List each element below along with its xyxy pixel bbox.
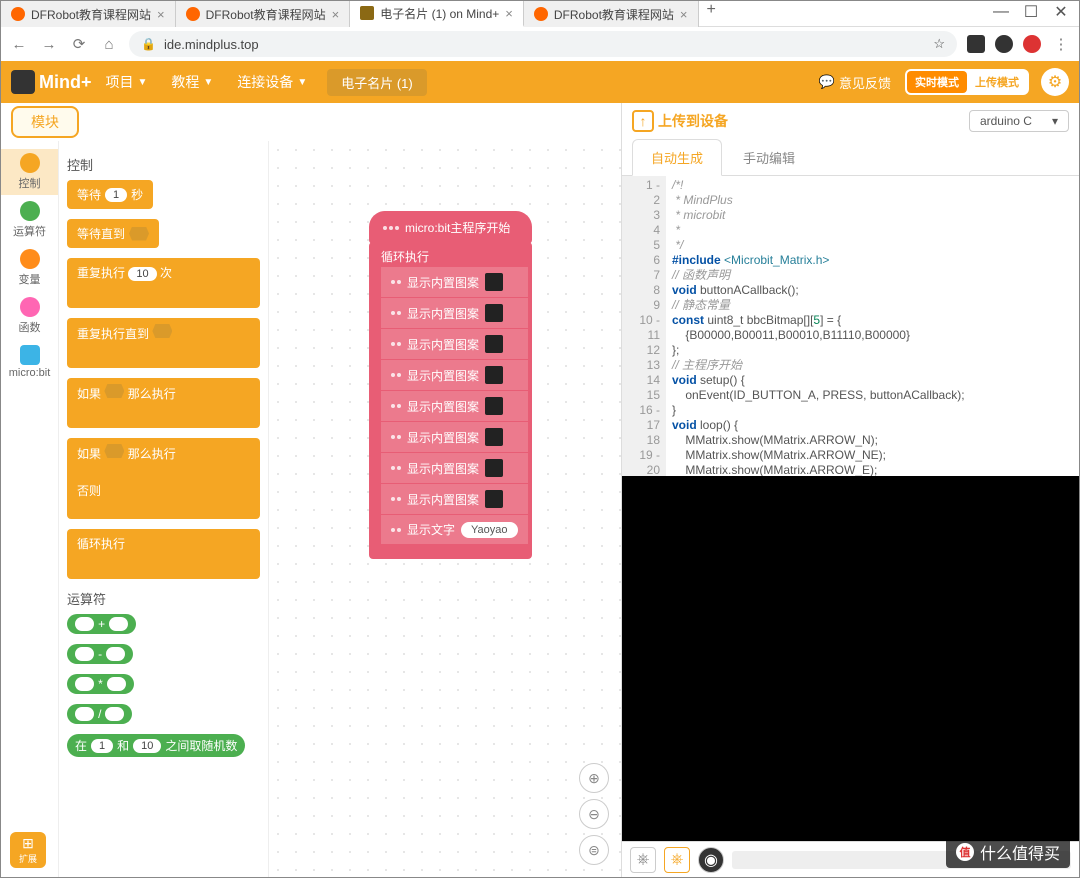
- zoom-out-button[interactable]: ⊖: [579, 799, 609, 829]
- block-show-pattern[interactable]: 显示内置图案: [381, 267, 528, 298]
- block-show-pattern[interactable]: 显示内置图案: [381, 298, 528, 329]
- app-menubar: Mind+ 项目▼ 教程▼ 连接设备▼ 电子名片 (1) 💬意见反馈 实时模式 …: [1, 61, 1079, 103]
- browser-tab-3[interactable]: DFRobot教育课程网站×: [524, 1, 699, 27]
- zoom-in-button[interactable]: ⊕: [579, 763, 609, 793]
- palette-header: 控制: [67, 155, 260, 174]
- back-button[interactable]: ←: [9, 36, 29, 53]
- project-name[interactable]: 电子名片 (1): [327, 69, 427, 96]
- block-wait-until[interactable]: 等待直到: [67, 219, 159, 248]
- cat-operators[interactable]: 运算符: [1, 197, 58, 243]
- close-icon[interactable]: ×: [332, 7, 340, 22]
- script-stack[interactable]: micro:bit主程序开始 循环执行 显示内置图案显示内置图案显示内置图案显示…: [369, 211, 532, 559]
- usb-icon[interactable]: ⎈: [630, 847, 656, 873]
- block-op-add[interactable]: +: [67, 614, 136, 634]
- extensions-button[interactable]: ⊞扩展: [10, 832, 46, 868]
- close-icon[interactable]: ×: [680, 7, 688, 22]
- gear-icon[interactable]: ⚙: [1041, 68, 1069, 96]
- tab-blocks[interactable]: 模块: [11, 106, 79, 138]
- cat-variables[interactable]: 变量: [1, 245, 58, 291]
- maximize-button[interactable]: ☐: [1017, 1, 1045, 23]
- tab-autogen[interactable]: 自动生成: [632, 139, 722, 176]
- cat-microbit[interactable]: micro:bit: [1, 341, 58, 383]
- star-icon[interactable]: ☆: [933, 36, 945, 52]
- chevron-down-icon: ▼: [297, 77, 307, 88]
- home-button[interactable]: ⌂: [99, 36, 119, 53]
- forward-button[interactable]: →: [39, 36, 59, 53]
- block-forever[interactable]: 循环执行: [67, 529, 260, 579]
- menu-tutorial[interactable]: 教程▼: [161, 72, 223, 92]
- loop-label: 循环执行: [373, 246, 528, 267]
- close-button[interactable]: ✕: [1047, 1, 1075, 23]
- block-palette[interactable]: 控制 等待1秒 等待直到 重复执行 10 次 重复执行直到 如果 那么执行 如果…: [59, 141, 269, 877]
- menu-connect[interactable]: 连接设备▼: [227, 72, 317, 92]
- block-wait[interactable]: 等待1秒: [67, 180, 153, 209]
- zoom-reset-button[interactable]: ⊜: [579, 835, 609, 865]
- block-show-pattern[interactable]: 显示内置图案: [381, 484, 528, 515]
- block-op-random[interactable]: 在1和10之间取随机数: [67, 734, 245, 757]
- titlebar: DFRobot教育课程网站× DFRobot教育课程网站× 电子名片 (1) o…: [1, 1, 1079, 27]
- console[interactable]: [622, 476, 1079, 841]
- block-op-sub[interactable]: -: [67, 644, 133, 664]
- minimize-button[interactable]: —: [987, 1, 1015, 23]
- logo-icon: [11, 70, 35, 94]
- code-editor[interactable]: 1 -2345678910 -111213141516 -171819 -202…: [622, 176, 1079, 476]
- block-op-div[interactable]: /: [67, 704, 132, 724]
- block-show-pattern[interactable]: 显示内置图案: [381, 391, 528, 422]
- lock-icon: 🔒: [141, 37, 156, 51]
- mode-realtime[interactable]: 实时模式: [907, 71, 967, 93]
- browser-tab-2[interactable]: 电子名片 (1) on Mind+×: [350, 1, 524, 27]
- logo: Mind+: [11, 70, 92, 94]
- chat-icon: 💬: [819, 74, 835, 90]
- block-repeat-until[interactable]: 重复执行直到: [67, 318, 260, 368]
- mode-upload[interactable]: 上传模式: [967, 71, 1027, 93]
- cat-functions[interactable]: 函数: [1, 293, 58, 339]
- cat-control[interactable]: 控制: [1, 149, 58, 195]
- usb-connected-icon[interactable]: ⎈: [664, 847, 690, 873]
- extension-icon[interactable]: [995, 35, 1013, 53]
- address-bar: ← → ⟳ ⌂ 🔒ide.mindplus.top☆ ⋮: [1, 27, 1079, 61]
- close-icon[interactable]: ×: [157, 7, 165, 22]
- browser-tab-0[interactable]: DFRobot教育课程网站×: [1, 1, 176, 27]
- block-if-else[interactable]: 如果 那么执行否则: [67, 438, 260, 519]
- new-tab-button[interactable]: +: [699, 1, 724, 27]
- block-show-pattern[interactable]: 显示内置图案: [381, 422, 528, 453]
- tab-manual[interactable]: 手动编辑: [724, 139, 814, 175]
- chevron-down-icon: ▾: [1052, 114, 1058, 128]
- watermark: 值什么值得买: [946, 836, 1070, 868]
- block-show-pattern[interactable]: 显示内置图案: [381, 453, 528, 484]
- reload-button[interactable]: ⟳: [69, 35, 89, 53]
- chevron-down-icon: ▼: [203, 77, 213, 88]
- palette-header: 运算符: [67, 589, 260, 608]
- block-show-pattern[interactable]: 显示内置图案: [381, 329, 528, 360]
- extension-icon[interactable]: [967, 35, 985, 53]
- block-repeat[interactable]: 重复执行 10 次: [67, 258, 260, 308]
- block-show-pattern[interactable]: 显示内置图案: [381, 360, 528, 391]
- language-select[interactable]: arduino C▾: [969, 110, 1069, 132]
- chevron-down-icon: ▼: [138, 77, 148, 88]
- extension-icon[interactable]: [1023, 35, 1041, 53]
- block-if[interactable]: 如果 那么执行: [67, 378, 260, 428]
- category-column: 控制 运算符 变量 函数 micro:bit: [1, 141, 59, 877]
- browser-tabs: DFRobot教育课程网站× DFRobot教育课程网站× 电子名片 (1) o…: [1, 1, 987, 27]
- browser-tab-1[interactable]: DFRobot教育课程网站×: [176, 1, 351, 27]
- block-op-mul[interactable]: *: [67, 674, 134, 694]
- hat-block[interactable]: micro:bit主程序开始: [369, 211, 532, 244]
- camera-icon[interactable]: ◉: [698, 847, 724, 873]
- feedback-button[interactable]: 💬意见反馈: [819, 73, 891, 92]
- menu-project[interactable]: 项目▼: [96, 72, 158, 92]
- close-icon[interactable]: ×: [505, 6, 513, 21]
- block-show-text[interactable]: 显示文字Yaoyao: [381, 515, 528, 545]
- script-canvas[interactable]: micro:bit主程序开始 循环执行 显示内置图案显示内置图案显示内置图案显示…: [269, 141, 621, 877]
- upload-button[interactable]: ↑上传到设备: [632, 110, 728, 132]
- menu-button[interactable]: ⋮: [1051, 35, 1071, 53]
- url-input[interactable]: 🔒ide.mindplus.top☆: [129, 31, 957, 57]
- upload-icon: ↑: [632, 110, 654, 132]
